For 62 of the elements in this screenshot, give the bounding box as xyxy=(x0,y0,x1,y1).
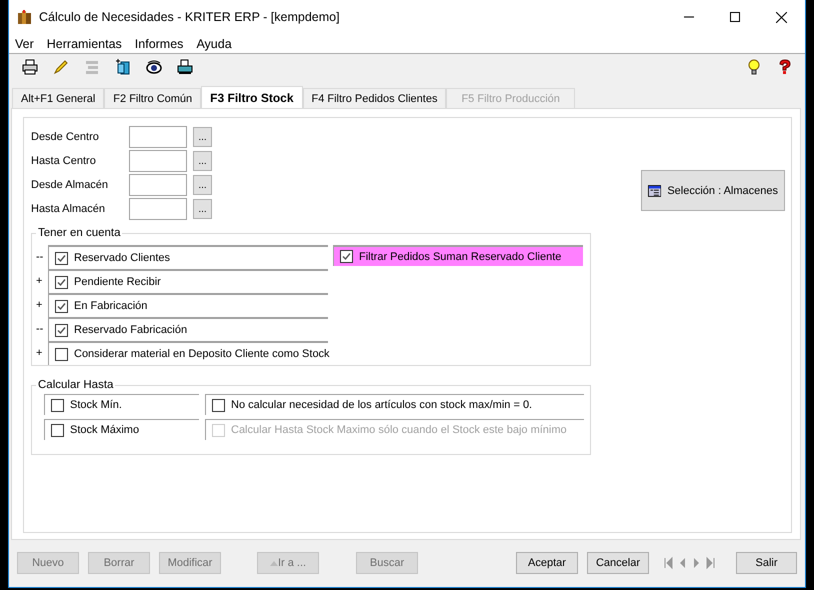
input-field[interactable] xyxy=(129,126,187,148)
window-title: Cálculo de Necesidades - KRITER ERP - [kempdemo] xyxy=(39,10,340,24)
selection-button[interactable]: Selección : Almacenes xyxy=(641,170,785,211)
exit-button[interactable]: Salir xyxy=(736,552,797,574)
checkbox-option[interactable]: Reservado Clientes xyxy=(48,245,328,269)
maximize-icon[interactable] xyxy=(730,12,740,22)
printer-icon[interactable] xyxy=(177,59,193,75)
books-icon xyxy=(17,9,33,25)
field-label: Desde Centro xyxy=(31,131,100,143)
field-label: Desde Almacén xyxy=(31,179,110,191)
checkbox-option[interactable]: Pendiente Recibir xyxy=(48,269,328,293)
input-field[interactable] xyxy=(129,198,187,220)
browse-button[interactable]: ... xyxy=(193,199,212,219)
group-title: Tener en cuenta xyxy=(37,227,122,239)
field-label: Hasta Centro xyxy=(31,155,97,167)
checkbox-option[interactable]: Considerar material en Deposito Cliente como Stock xyxy=(48,341,328,365)
action-button[interactable]: Aceptar xyxy=(516,552,578,574)
input-field[interactable] xyxy=(129,174,187,196)
menu-item[interactable]: Ver xyxy=(15,36,34,50)
menu-item[interactable]: Informes xyxy=(134,36,184,50)
help-icon[interactable] xyxy=(777,59,793,75)
sign-label: -- xyxy=(36,322,44,337)
input-field[interactable] xyxy=(129,150,187,172)
tab[interactable]: F2 Filtro Común xyxy=(104,88,202,108)
sign-label: -- xyxy=(36,250,44,265)
printer-icon[interactable] xyxy=(22,59,38,75)
browse-button[interactable]: ... xyxy=(193,175,212,195)
group-title: Calcular Hasta xyxy=(37,379,114,391)
checkbox[interactable] xyxy=(212,398,225,412)
list-window-icon xyxy=(648,184,662,198)
documents-icon[interactable] xyxy=(115,59,131,75)
tab[interactable]: F4 Filtro Pedidos Clientes xyxy=(302,88,446,108)
checkbox[interactable] xyxy=(51,398,64,412)
checkbox[interactable] xyxy=(51,424,64,436)
checkbox[interactable] xyxy=(55,252,68,264)
checkbox-option[interactable]: Reservado Fabricación xyxy=(48,317,328,341)
browse-button[interactable]: ... xyxy=(193,127,212,147)
eye-icon[interactable] xyxy=(146,59,162,75)
sign-label: + xyxy=(36,274,44,289)
checkbox-option[interactable]: Stock Máximo xyxy=(44,419,199,440)
sign-label: + xyxy=(36,346,44,361)
checkbox-option[interactable]: Filtrar Pedidos Suman Reservado Cliente xyxy=(333,245,583,266)
sign-label: + xyxy=(36,298,44,313)
checkbox[interactable] xyxy=(340,250,353,263)
pencil-icon[interactable] xyxy=(53,59,69,75)
action-button[interactable]: Cancelar xyxy=(587,552,649,574)
checkbox-option[interactable]: En Fabricación xyxy=(48,293,328,317)
checkbox[interactable] xyxy=(55,324,68,336)
close-icon[interactable] xyxy=(776,12,787,22)
tab[interactable]: Alt+F1 General xyxy=(12,88,104,108)
caret-icon xyxy=(270,561,278,566)
checkbox[interactable] xyxy=(55,348,68,360)
menu-item[interactable]: Ayuda xyxy=(196,36,232,50)
tab[interactable]: F3 Filtro Stock xyxy=(201,86,302,108)
field-label: Hasta Almacén xyxy=(31,203,106,215)
checkbox-option[interactable]: No calcular necesidad de los artículos con stock max/min = 0. xyxy=(205,394,584,415)
lightbulb-icon[interactable] xyxy=(746,59,762,75)
checkbox-option[interactable]: Stock Mín. xyxy=(44,394,199,415)
menu-item[interactable]: Herramientas xyxy=(46,36,122,50)
browse-button[interactable]: ... xyxy=(193,151,212,171)
checkbox[interactable] xyxy=(55,300,68,312)
checkbox[interactable] xyxy=(55,276,68,288)
